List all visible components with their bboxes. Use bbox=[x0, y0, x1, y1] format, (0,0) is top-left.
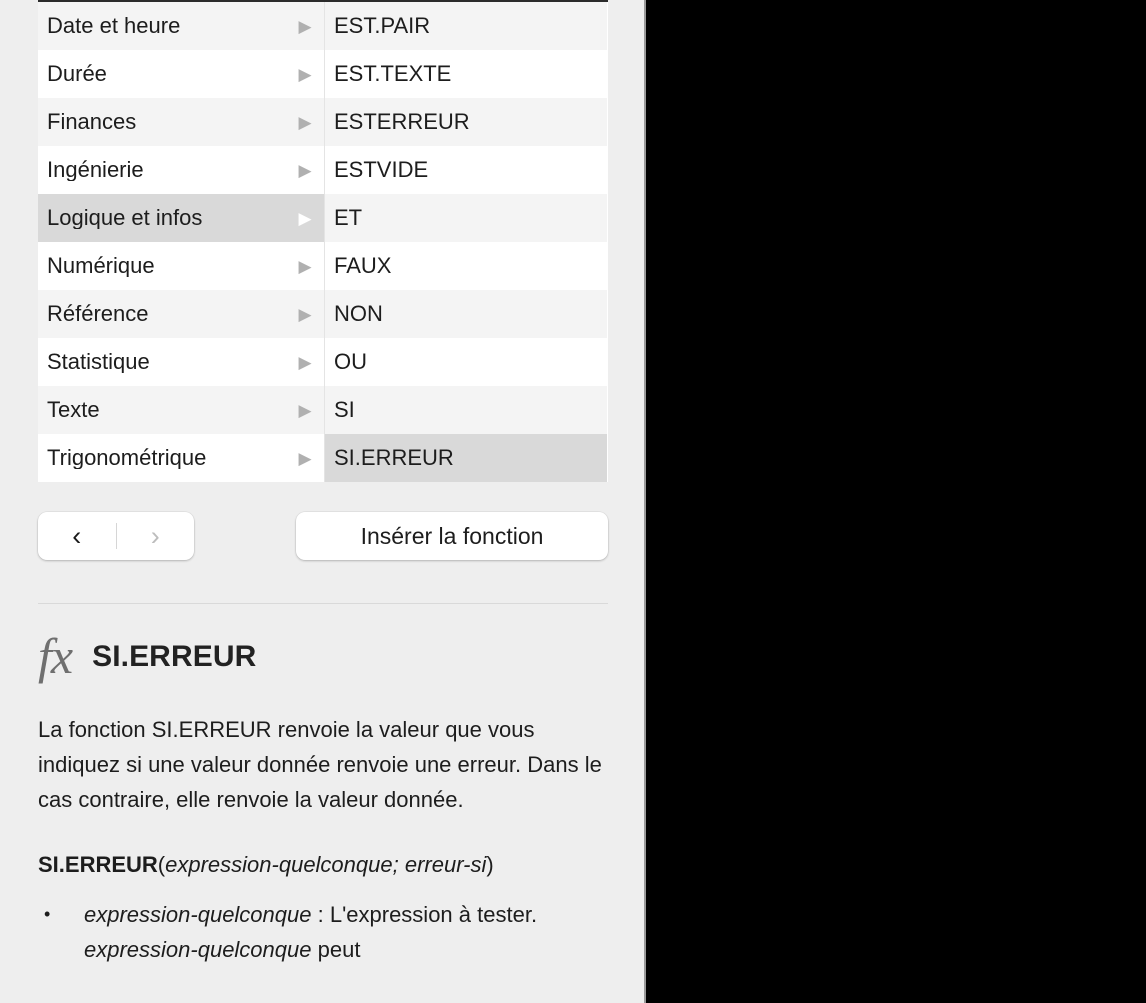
function-list-item[interactable]: EST.PAIR bbox=[325, 2, 607, 50]
browser-button-bar: ‹ › Insérer la fonction bbox=[38, 512, 608, 562]
triangle-right-icon: ▶ bbox=[298, 160, 312, 180]
function-list-item[interactable]: NON bbox=[325, 290, 607, 338]
history-button-group: ‹ › bbox=[38, 512, 194, 560]
triangle-right-icon: ▶ bbox=[298, 448, 312, 468]
function-help-header: fx SI.ERREUR bbox=[38, 621, 618, 693]
function-list-item-label: ET bbox=[334, 207, 363, 229]
syntax-function-name: SI.ERREUR bbox=[38, 852, 158, 877]
category-list-item-label: Ingénierie bbox=[47, 159, 144, 181]
category-list-item[interactable]: Date et heure ▶ bbox=[38, 2, 324, 50]
function-help-detail: fx SI.ERREUR La fonction SI.ERREUR renvo… bbox=[38, 621, 618, 967]
triangle-right-icon: ▶ bbox=[298, 208, 312, 228]
chevron-left-icon[interactable]: ‹ bbox=[38, 512, 116, 560]
function-list-item[interactable]: ESTERREUR bbox=[325, 98, 607, 146]
section-divider bbox=[38, 603, 608, 604]
triangle-right-icon: ▶ bbox=[298, 112, 312, 132]
function-list-item[interactable]: ESTVIDE bbox=[325, 146, 607, 194]
triangle-right-icon: ▶ bbox=[298, 64, 312, 84]
function-list-item-label: EST.PAIR bbox=[334, 15, 431, 37]
argument-text-before: L'expression à tester. bbox=[329, 902, 538, 928]
function-list-item-label: ESTERREUR bbox=[334, 111, 470, 133]
function-list-item-label: ESTVIDE bbox=[334, 159, 429, 181]
screenshot-root: Date et heure ▶ Durée ▶ Finances ▶ Ingénierie ▶… bbox=[0, 0, 1146, 1003]
function-list-item-label: SI bbox=[334, 399, 355, 421]
function-list-item[interactable]: EST.TEXTE bbox=[325, 50, 607, 98]
argument-separator: : bbox=[311, 902, 330, 928]
category-list-item[interactable]: Numérique ▶ bbox=[38, 242, 324, 290]
list-item: • expression-quelconque : L'expression à… bbox=[38, 897, 618, 967]
argument-name-repeat: expression-quelconque bbox=[84, 937, 312, 963]
function-description: La fonction SI.ERREUR renvoie la valeur … bbox=[38, 717, 602, 812]
category-list-item-label: Trigonométrique bbox=[47, 447, 207, 469]
triangle-right-icon: ▶ bbox=[298, 352, 312, 372]
function-browser: Date et heure ▶ Durée ▶ Finances ▶ Ingénierie ▶… bbox=[38, 2, 608, 482]
category-list-item-label: Référence bbox=[47, 303, 149, 325]
category-list-item[interactable]: Finances ▶ bbox=[38, 98, 324, 146]
argument-name: expression-quelconque bbox=[84, 902, 312, 928]
chevron-right-icon[interactable]: › bbox=[117, 512, 195, 560]
fx-icon: fx bbox=[38, 628, 73, 684]
triangle-right-icon: ▶ bbox=[298, 304, 312, 324]
page-title: SI.ERREUR bbox=[92, 640, 257, 673]
function-argument-list: • expression-quelconque : L'expression à… bbox=[38, 897, 618, 967]
category-list-item[interactable]: Ingénierie ▶ bbox=[38, 146, 324, 194]
bullet-icon: • bbox=[44, 904, 51, 925]
function-list-item[interactable]: SI bbox=[325, 386, 607, 434]
functions-inspector-panel: Date et heure ▶ Durée ▶ Finances ▶ Ingénierie ▶… bbox=[0, 0, 646, 1003]
syntax-separator: ; bbox=[392, 852, 405, 877]
category-list-item[interactable]: Logique et infos ▶ bbox=[38, 194, 324, 242]
function-list-item-label: SI.ERREUR bbox=[334, 447, 454, 469]
function-syntax: SI.ERREUR(expression-quelconque; erreur-… bbox=[38, 852, 618, 878]
category-list-item-label: Numérique bbox=[47, 255, 155, 277]
function-list-item-label: EST.TEXTE bbox=[334, 63, 452, 85]
function-list-item-label: NON bbox=[334, 303, 383, 325]
category-list-item-label: Texte bbox=[47, 399, 100, 421]
category-list-item[interactable]: Texte ▶ bbox=[38, 386, 324, 434]
argument-text-after: peut bbox=[311, 937, 361, 963]
function-list-item-label: FAUX bbox=[334, 255, 392, 277]
function-list-item-label: OU bbox=[334, 351, 367, 373]
category-list-item[interactable]: Durée ▶ bbox=[38, 50, 324, 98]
argument-description: expression-quelconque : L'expression à t… bbox=[84, 897, 618, 967]
function-list-item[interactable]: FAUX bbox=[325, 242, 607, 290]
category-list-item[interactable]: Statistique ▶ bbox=[38, 338, 324, 386]
syntax-arg-2: erreur-si bbox=[404, 852, 487, 877]
category-list-item[interactable]: Référence ▶ bbox=[38, 290, 324, 338]
triangle-right-icon: ▶ bbox=[298, 400, 312, 420]
category-list-item[interactable]: Trigonométrique ▶ bbox=[38, 434, 324, 482]
function-name-list[interactable]: EST.PAIR EST.TEXTE ESTERREUR ESTVIDE ET FAUX N… bbox=[325, 2, 607, 482]
triangle-right-icon: ▶ bbox=[298, 16, 312, 36]
insert-function-button[interactable]: Insérer la fonction bbox=[296, 512, 608, 560]
category-list-item-label: Statistique bbox=[47, 351, 150, 373]
function-list-item[interactable]: SI.ERREUR bbox=[325, 434, 607, 482]
triangle-right-icon: ▶ bbox=[298, 256, 312, 276]
function-category-list[interactable]: Date et heure ▶ Durée ▶ Finances ▶ Ingénierie ▶… bbox=[38, 2, 325, 482]
syntax-arg-1: expression-quelconque bbox=[165, 852, 393, 877]
category-list-item-label: Date et heure bbox=[47, 15, 181, 37]
function-list-item[interactable]: OU bbox=[325, 338, 607, 386]
category-list-item-label: Durée bbox=[47, 63, 107, 85]
function-list-item[interactable]: ET bbox=[325, 194, 607, 242]
category-list-item-label: Finances bbox=[47, 111, 137, 133]
category-list-item-label: Logique et infos bbox=[47, 207, 203, 229]
syntax-close-paren: ) bbox=[486, 852, 494, 877]
